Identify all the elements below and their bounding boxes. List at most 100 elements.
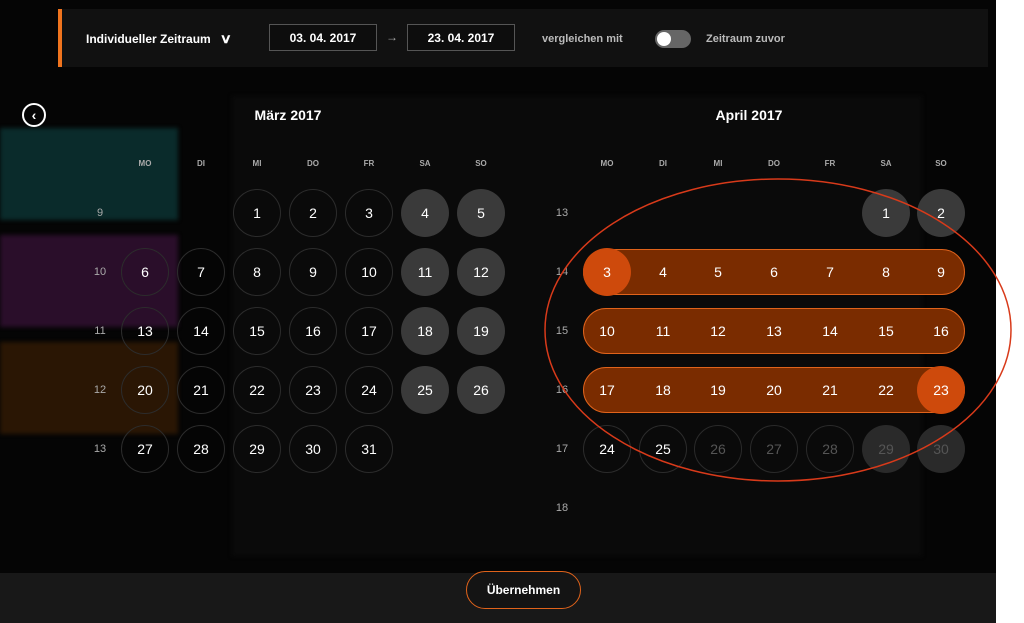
day-cell[interactable]: 2 xyxy=(289,189,337,237)
window-edge xyxy=(996,0,1024,623)
day-cell[interactable]: 18 xyxy=(639,366,687,414)
day-cell[interactable]: 10 xyxy=(345,248,393,296)
day-cell[interactable]: 12 xyxy=(457,248,505,296)
day-cell[interactable]: 3 xyxy=(345,189,393,237)
day-cell[interactable]: 26 xyxy=(457,366,505,414)
end-date-field[interactable]: 23. 04. 2017 xyxy=(407,24,515,51)
weekday-label: MI xyxy=(713,159,723,168)
range-type-label: Individueller Zeitraum xyxy=(86,32,211,46)
compare-toggle[interactable] xyxy=(655,30,691,48)
weekday-label: MO xyxy=(138,159,152,168)
day-cell[interactable]: 10 xyxy=(583,307,631,355)
day-cell[interactable]: 11 xyxy=(401,248,449,296)
day-cell[interactable]: 24 xyxy=(583,425,631,473)
day-cell[interactable]: 21 xyxy=(177,366,225,414)
day-cell[interactable]: 6 xyxy=(121,248,169,296)
month-title: April 2017 xyxy=(715,107,783,123)
chevron-left-icon: ‹ xyxy=(31,107,37,123)
date-range-toolbar: Individueller Zeitraum ∨ 03. 04. 2017 → … xyxy=(58,9,988,67)
day-cell[interactable]: 29 xyxy=(862,425,910,473)
day-cell[interactable]: 13 xyxy=(121,307,169,355)
weekday-label: MO xyxy=(600,159,614,168)
weekday-label: SA xyxy=(419,159,431,168)
week-number: 11 xyxy=(94,325,106,337)
day-cell[interactable]: 24 xyxy=(345,366,393,414)
day-cell[interactable]: 7 xyxy=(806,248,854,296)
day-cell[interactable]: 14 xyxy=(806,307,854,355)
day-cell[interactable]: 27 xyxy=(750,425,798,473)
day-cell[interactable]: 4 xyxy=(401,189,449,237)
day-cell[interactable]: 3 xyxy=(583,248,631,296)
weekday-label: SA xyxy=(880,159,892,168)
day-cell[interactable]: 22 xyxy=(862,366,910,414)
day-cell[interactable]: 4 xyxy=(639,248,687,296)
day-cell[interactable]: 22 xyxy=(233,366,281,414)
week-number: 17 xyxy=(555,443,569,455)
weekday-label: DO xyxy=(768,159,780,168)
compare-value-label: Zeitraum zuvor xyxy=(706,33,785,45)
day-cell[interactable]: 31 xyxy=(345,425,393,473)
day-cell[interactable]: 21 xyxy=(806,366,854,414)
prev-month-button[interactable]: ‹ xyxy=(22,103,46,127)
day-cell[interactable]: 8 xyxy=(862,248,910,296)
weekday-label: FR xyxy=(824,159,836,168)
weekday-label: DI xyxy=(659,159,667,168)
day-cell[interactable]: 1 xyxy=(862,189,910,237)
day-cell[interactable]: 29 xyxy=(233,425,281,473)
day-cell[interactable]: 30 xyxy=(289,425,337,473)
apply-button[interactable]: Übernehmen xyxy=(466,571,581,609)
range-type-dropdown[interactable]: Individueller Zeitraum ∨ xyxy=(86,31,232,47)
week-number: 15 xyxy=(555,325,569,337)
day-cell[interactable]: 19 xyxy=(694,366,742,414)
day-cell[interactable]: 28 xyxy=(177,425,225,473)
day-cell[interactable]: 1 xyxy=(233,189,281,237)
day-cell[interactable]: 8 xyxy=(233,248,281,296)
weekday-label: DO xyxy=(307,159,319,168)
chevron-down-icon: ∨ xyxy=(219,31,232,46)
day-cell[interactable]: 5 xyxy=(457,189,505,237)
compare-label: vergleichen mit xyxy=(542,33,623,45)
day-cell[interactable]: 20 xyxy=(750,366,798,414)
day-cell[interactable]: 9 xyxy=(917,248,965,296)
start-date-field[interactable]: 03. 04. 2017 xyxy=(269,24,377,51)
day-cell[interactable]: 16 xyxy=(917,307,965,355)
day-cell[interactable]: 23 xyxy=(289,366,337,414)
weekday-label: DI xyxy=(197,159,205,168)
week-number: 10 xyxy=(93,266,107,278)
day-cell[interactable]: 11 xyxy=(639,307,687,355)
day-cell[interactable]: 7 xyxy=(177,248,225,296)
day-cell[interactable]: 28 xyxy=(806,425,854,473)
day-cell[interactable]: 16 xyxy=(289,307,337,355)
day-cell[interactable]: 5 xyxy=(694,248,742,296)
day-cell[interactable]: 12 xyxy=(694,307,742,355)
day-cell[interactable]: 15 xyxy=(862,307,910,355)
day-cell[interactable]: 27 xyxy=(121,425,169,473)
day-cell[interactable]: 26 xyxy=(694,425,742,473)
day-cell[interactable]: 17 xyxy=(583,366,631,414)
week-number: 12 xyxy=(93,384,107,396)
day-cell[interactable]: 2 xyxy=(917,189,965,237)
week-number: 18 xyxy=(555,502,569,514)
day-cell[interactable]: 25 xyxy=(639,425,687,473)
day-cell[interactable]: 6 xyxy=(750,248,798,296)
day-cell[interactable]: 9 xyxy=(289,248,337,296)
day-cell[interactable]: 30 xyxy=(917,425,965,473)
toggle-knob xyxy=(657,32,671,46)
day-cell[interactable]: 25 xyxy=(401,366,449,414)
week-number: 14 xyxy=(555,266,569,278)
day-cell[interactable]: 17 xyxy=(345,307,393,355)
day-cell[interactable]: 15 xyxy=(233,307,281,355)
week-number: 13 xyxy=(93,443,107,455)
day-cell[interactable]: 23 xyxy=(917,366,965,414)
day-cell[interactable]: 19 xyxy=(457,307,505,355)
week-number: 13 xyxy=(555,207,569,219)
week-number: 9 xyxy=(96,207,104,219)
day-cell[interactable]: 20 xyxy=(121,366,169,414)
arrow-right-icon: → xyxy=(386,30,398,44)
day-cell[interactable]: 18 xyxy=(401,307,449,355)
weekday-label: FR xyxy=(363,159,375,168)
week-number: 16 xyxy=(555,384,569,396)
weekday-label: SO xyxy=(475,159,487,168)
day-cell[interactable]: 14 xyxy=(177,307,225,355)
day-cell[interactable]: 13 xyxy=(750,307,798,355)
